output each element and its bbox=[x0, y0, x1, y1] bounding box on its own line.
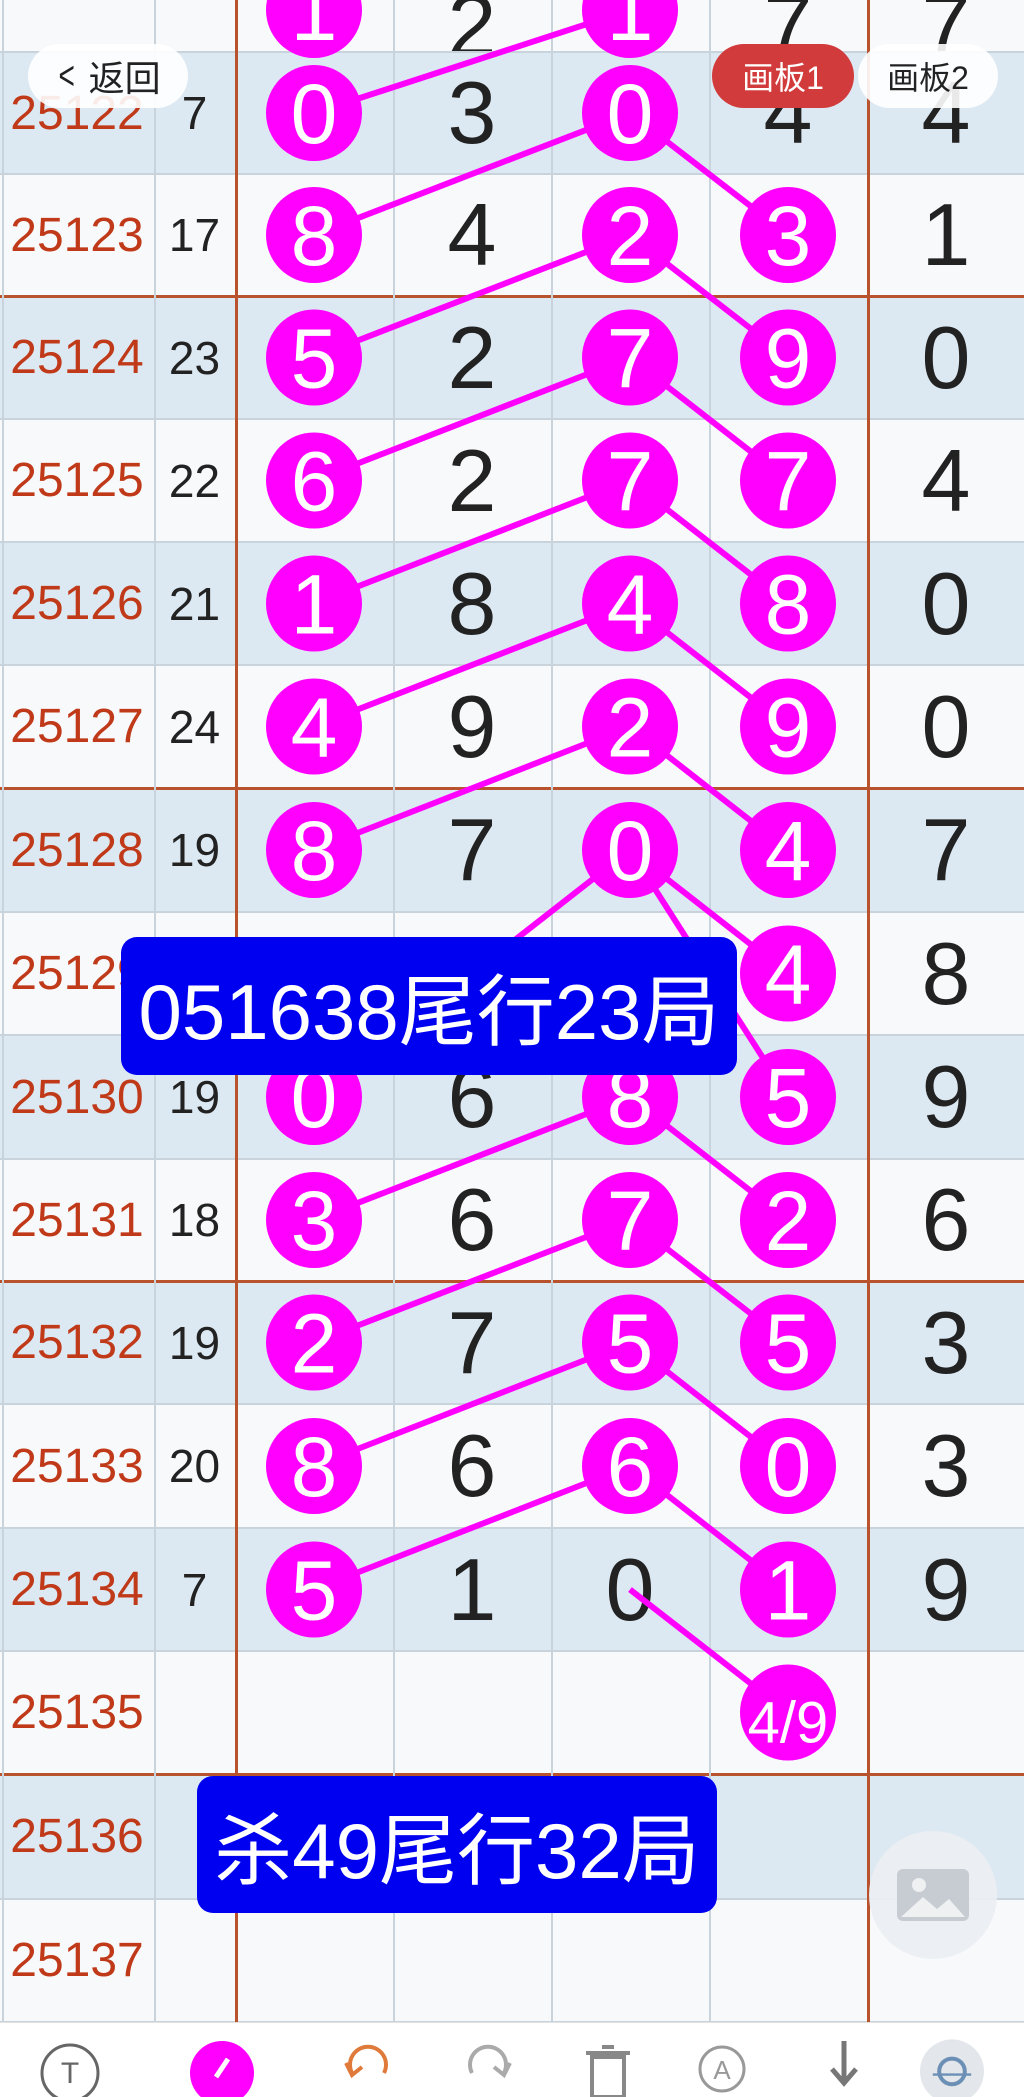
digit-cell[interactable]: 8 bbox=[867, 912, 1024, 1035]
chevron-left-icon: < bbox=[58, 53, 76, 98]
sum-cell bbox=[154, 0, 235, 52]
svg-text:A: A bbox=[713, 2055, 731, 2085]
period-cell: 25136 bbox=[10, 1810, 144, 1863]
digit-cell[interactable] bbox=[393, 1899, 551, 2022]
period-cell: 25123 bbox=[10, 208, 144, 262]
period-cell: 25131 bbox=[10, 1193, 144, 1247]
back-label: 返回 bbox=[88, 58, 161, 99]
board2-tab[interactable]: 画板2 bbox=[858, 44, 998, 108]
download-icon[interactable] bbox=[812, 2033, 876, 2097]
digit-cell[interactable]: 1 bbox=[393, 1528, 551, 1651]
digit-cell[interactable] bbox=[867, 1651, 1024, 1774]
period-cell: 25134 bbox=[10, 1563, 144, 1616]
period-cell: 25124 bbox=[10, 331, 144, 384]
digit-cell[interactable] bbox=[551, 1899, 709, 2022]
digit-cell[interactable] bbox=[709, 1899, 867, 2022]
digit-cell[interactable] bbox=[709, 1774, 867, 1899]
autofill-icon[interactable]: A bbox=[690, 2033, 754, 2097]
digit-cell[interactable]: 3 bbox=[867, 1281, 1024, 1404]
period-cell: 25128 bbox=[10, 823, 144, 877]
period-cell: 25132 bbox=[10, 1316, 144, 1369]
trash-icon[interactable] bbox=[576, 2033, 640, 2097]
digit-cell[interactable]: 9 bbox=[867, 1528, 1024, 1651]
digit-cell[interactable]: 6 bbox=[867, 1159, 1024, 1281]
digit-cell[interactable]: 8 bbox=[393, 542, 551, 665]
sum-cell: 19 bbox=[168, 824, 221, 876]
digit-cell[interactable]: 2 bbox=[393, 419, 551, 542]
column-divider bbox=[867, 0, 870, 2022]
sum-cell: 7 bbox=[181, 1563, 208, 1616]
digit-cell[interactable]: 0 bbox=[867, 665, 1024, 788]
digit-cell[interactable]: 7 bbox=[393, 788, 551, 912]
board1-tab[interactable]: 画板1 bbox=[712, 44, 854, 108]
sum-cell: 18 bbox=[168, 1194, 221, 1246]
digit-cell[interactable]: 2 bbox=[393, 296, 551, 419]
digit-cell[interactable]: 0 bbox=[551, 1528, 709, 1651]
period-cell: 25125 bbox=[10, 454, 144, 507]
sum-cell: 17 bbox=[168, 209, 221, 261]
digit-cell[interactable]: 6 bbox=[393, 1404, 551, 1528]
sum-cell: 23 bbox=[168, 331, 221, 384]
settings-icon[interactable] bbox=[920, 2033, 984, 2097]
pen-tool-icon[interactable] bbox=[190, 2033, 254, 2097]
sum-cell: 19 bbox=[168, 1316, 221, 1369]
sum-cell bbox=[154, 1651, 235, 1774]
digit-cell[interactable]: 0 bbox=[867, 296, 1024, 419]
digit-cell[interactable]: 7 bbox=[867, 788, 1024, 912]
digit-cell[interactable]: 7 bbox=[393, 1281, 551, 1404]
digit-cell[interactable] bbox=[235, 1651, 393, 1774]
undo-icon[interactable] bbox=[336, 2033, 400, 2097]
digit-cell[interactable] bbox=[393, 1651, 551, 1774]
sum-cell: 20 bbox=[168, 1440, 221, 1492]
digit-cell[interactable]: 1 bbox=[867, 174, 1024, 296]
sum-cell: 21 bbox=[168, 577, 221, 630]
column-divider bbox=[2, 0, 4, 2022]
period-cell: 25127 bbox=[10, 700, 144, 753]
digit-cell[interactable] bbox=[235, 1899, 393, 2022]
digit-cell[interactable]: 4 bbox=[867, 419, 1024, 542]
digit-cell[interactable]: 9 bbox=[867, 1035, 1024, 1159]
digit-cell[interactable]: 6 bbox=[393, 1159, 551, 1281]
image-button[interactable] bbox=[869, 1831, 997, 1959]
period-cell: 25135 bbox=[10, 1686, 144, 1739]
sum-cell: 24 bbox=[168, 700, 221, 753]
digit-cell[interactable]: 9 bbox=[393, 665, 551, 788]
text-tool-icon[interactable]: T bbox=[38, 2033, 102, 2097]
digit-cell[interactable]: 3 bbox=[867, 1404, 1024, 1528]
sum-cell: 22 bbox=[168, 454, 221, 507]
digit-cell[interactable] bbox=[551, 1651, 709, 1774]
period-cell: 25126 bbox=[10, 577, 144, 630]
annotation-note-1[interactable]: 051638尾行23局 bbox=[121, 937, 737, 1075]
period-cell: 25137 bbox=[10, 1934, 144, 1987]
sum-cell bbox=[154, 1899, 235, 2022]
back-button[interactable]: < 返回 bbox=[28, 44, 188, 108]
annotation-note-2[interactable]: 杀49尾行32局 bbox=[197, 1776, 717, 1913]
bottom-toolbar: T A bbox=[0, 2022, 1024, 2097]
digit-cell[interactable]: 2 bbox=[393, 0, 551, 75]
digit-cell[interactable]: 3 bbox=[393, 52, 551, 174]
redo-icon[interactable] bbox=[456, 2033, 520, 2097]
image-icon bbox=[897, 1869, 969, 1921]
digit-cell[interactable]: 0 bbox=[867, 542, 1024, 665]
digit-cell[interactable]: 4 bbox=[393, 174, 551, 296]
period-cell: 25133 bbox=[10, 1439, 144, 1493]
svg-text:T: T bbox=[61, 2057, 79, 2090]
